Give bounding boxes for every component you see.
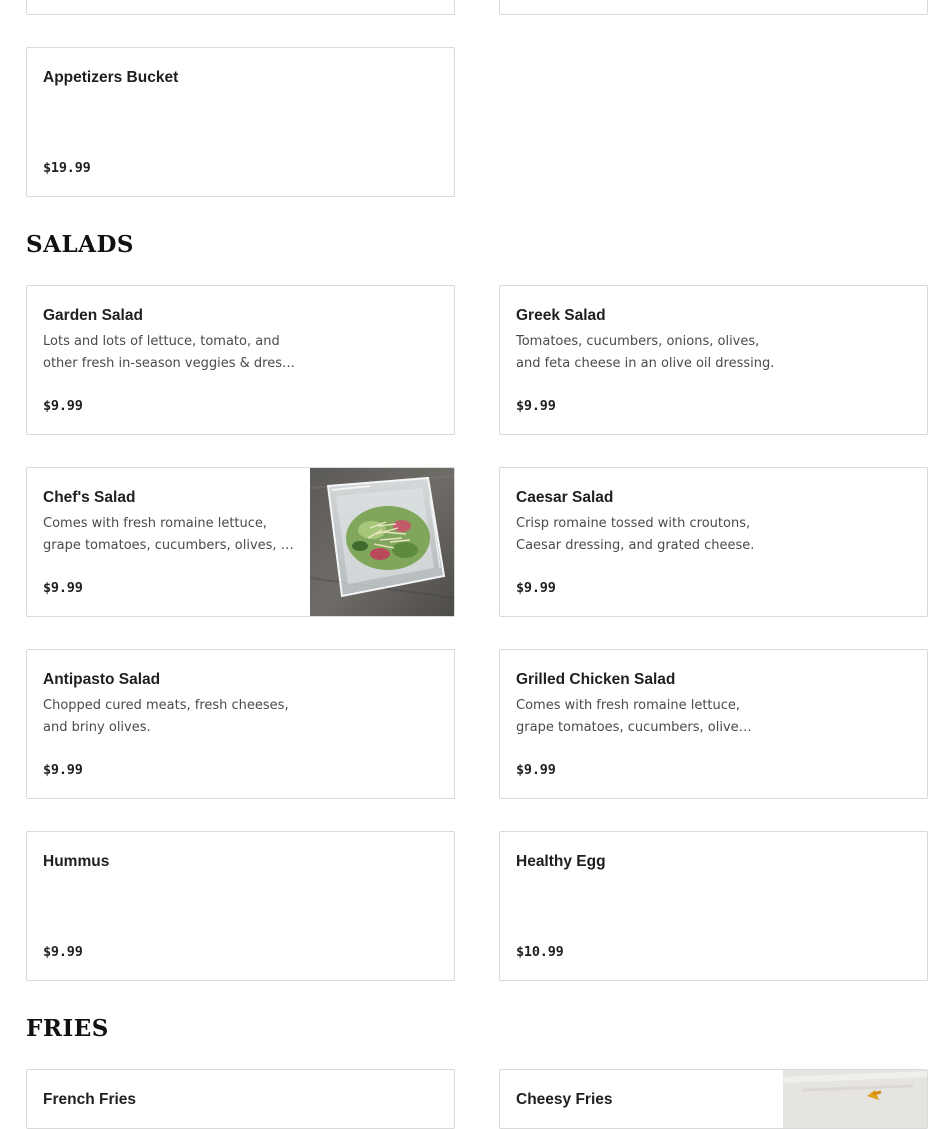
item-name: Hummus [43,853,110,870]
item-description: Crisp romaine tossed with croutons, Caes… [516,513,768,557]
item-description-line: and feta cheese in an olive oil dressing… [516,356,775,371]
section-title-fries: FRIES [26,1015,109,1042]
item-description: Comes with fresh romaine lettuce, grape … [516,695,752,739]
item-name: Cheesy Fries [516,1091,613,1108]
item-name: Chef's Salad [43,489,136,506]
item-description: Comes with fresh romaine lettuce, grape … [43,513,295,557]
menu-item-healthy-egg[interactable]: Healthy Egg $10.99 [499,831,928,981]
menu-item-caesar-salad[interactable]: Caesar Salad Crisp romaine tossed with c… [499,467,928,617]
item-name: Appetizers Bucket [43,69,179,86]
item-description-line: Comes with fresh romaine lettuce, [43,516,268,531]
item-name: Antipasto Salad [43,671,161,688]
menu-item-greek-salad[interactable]: Greek Salad Tomatoes, cucumbers, onions,… [499,285,928,435]
item-price: $19.99 [43,160,91,176]
menu-item-garden-salad[interactable]: Garden Salad Lots and lots of lettuce, t… [26,285,455,435]
item-price: $10.99 [516,944,564,960]
item-price: $9.99 [43,580,83,596]
menu-item-appetizers-bucket[interactable]: Appetizers Bucket $19.99 [26,47,455,197]
item-name: Grilled Chicken Salad [516,671,676,688]
item-name: Healthy Egg [516,853,606,870]
item-description-line: Chopped cured meats, fresh cheeses, [43,698,289,713]
item-description-line: Comes with fresh romaine lettuce, [516,698,741,713]
item-price: $9.99 [43,762,83,778]
item-description: Tomatoes, cucumbers, onions, olives, and… [516,331,778,375]
item-description-line: and briny olives. [43,720,151,735]
menu-item-card-top-left[interactable] [26,0,455,15]
item-description-line: Tomatoes, cucumbers, onions, olives, [516,334,760,349]
item-name: Greek Salad [516,307,606,324]
item-description-line: other fresh in-season veggies & dressing… [43,356,295,371]
menu-item-grilled-chicken-salad[interactable]: Grilled Chicken Salad Comes with fresh r… [499,649,928,799]
item-description-line: Lots and lots of lettuce, tomato, and [43,334,280,349]
menu-item-card-top-right[interactable] [499,0,928,15]
item-name: French Fries [43,1091,137,1108]
item-description: Chopped cured meats, fresh cheeses, and … [43,695,295,739]
menu-item-antipasto-salad[interactable]: Antipasto Salad Chopped cured meats, fre… [26,649,455,799]
item-price: $9.99 [43,944,83,960]
menu-item-chefs-salad[interactable]: Chef's Salad Comes with fresh romaine le… [26,467,455,617]
item-description-line: grape tomatoes, cucumbers, olives, and m… [516,720,752,735]
item-price: $9.99 [516,398,556,414]
item-description-line: Caesar dressing, and grated cheese. [516,538,755,553]
item-price: $9.99 [516,762,556,778]
item-description-line: Crisp romaine tossed with croutons, [516,516,751,531]
menu-item-french-fries[interactable]: French Fries [26,1069,455,1129]
menu-item-cheesy-fries[interactable]: Cheesy Fries [499,1069,928,1129]
item-price: $9.99 [43,398,83,414]
item-description: Lots and lots of lettuce, tomato, and ot… [43,331,295,375]
item-price: $9.99 [516,580,556,596]
item-name: Garden Salad [43,307,143,324]
section-title-salads: SALADS [26,231,135,258]
menu-item-hummus[interactable]: Hummus $9.99 [26,831,455,981]
item-description-line: grape tomatoes, cucumbers, olives, and m… [43,538,295,553]
fries-photo [783,1070,927,1128]
item-name: Caesar Salad [516,489,614,506]
salad-photo [310,468,454,616]
